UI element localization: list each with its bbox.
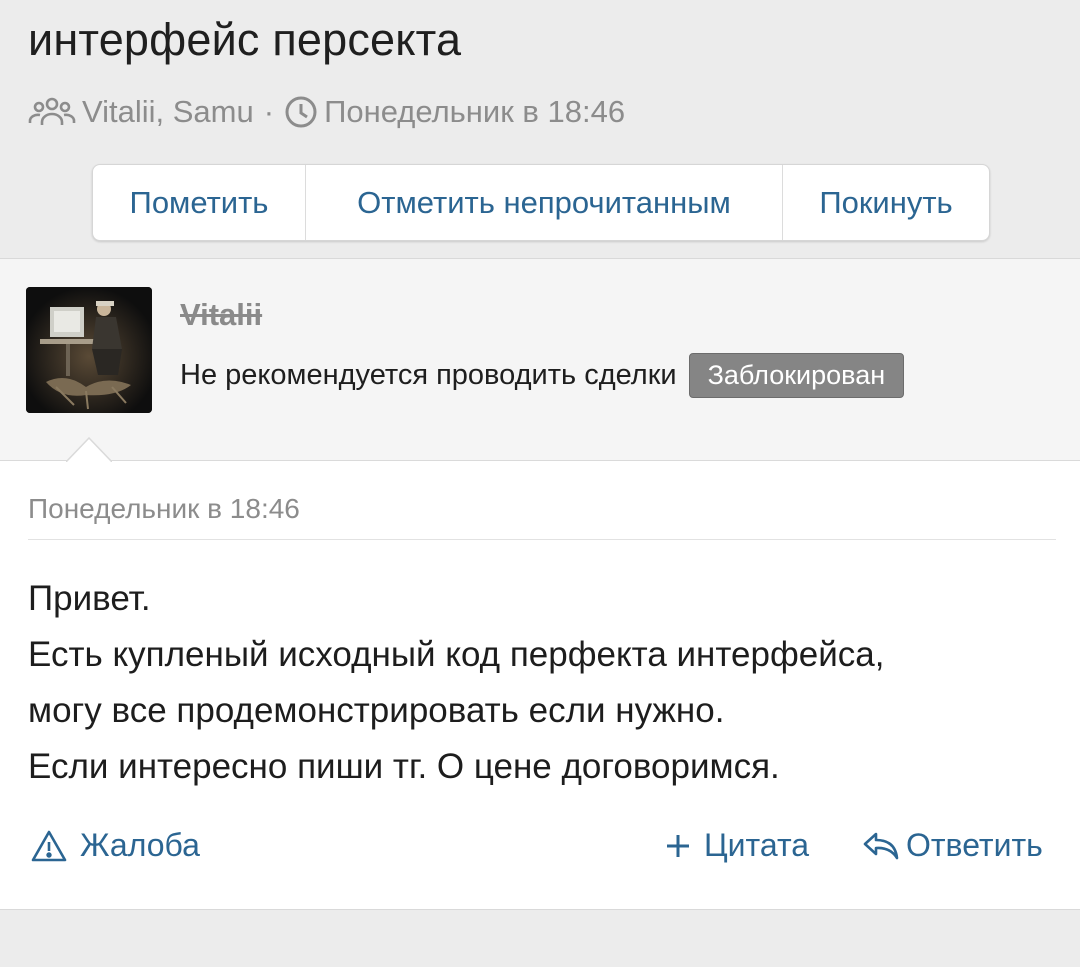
conversation-page: интерфейс персекта Vitalii, Samu · Понед… (0, 0, 1080, 967)
message-author[interactable]: Vitalii (180, 297, 262, 333)
quote-label: Цитата (704, 827, 810, 863)
avatar[interactable] (26, 287, 152, 413)
meta-separator: · (263, 94, 275, 129)
mark-unread-button[interactable]: Отметить непрочитанным (306, 165, 783, 240)
divider (28, 539, 1056, 540)
message: Vitalii Не рекомендуется проводить сделк… (0, 258, 1080, 910)
message-date[interactable]: Понедельник в 18:46 (28, 493, 300, 525)
message-line: Привет. (28, 579, 151, 618)
message-body: Привет. Есть купленый исходный код перфе… (28, 571, 1058, 795)
thread-meta: Vitalii, Samu · Понедельник в 18:46 (28, 92, 625, 132)
report-button[interactable]: Жалоба (30, 827, 200, 864)
mark-button[interactable]: Пометить (93, 165, 306, 240)
quote-button[interactable]: Цитата (664, 827, 809, 864)
reply-icon (862, 830, 900, 862)
plus-icon (664, 832, 692, 860)
user-title-row: Не рекомендуется проводить сделки Заблок… (180, 351, 905, 399)
message-actions: Жалоба Цитата Ответить (0, 819, 1080, 875)
reply-label: Ответить (906, 827, 1043, 863)
user-title: Не рекомендуется проводить сделки (180, 358, 677, 391)
users-icon (28, 95, 76, 129)
message-line: могу все продемонстрировать если нужно. (28, 691, 725, 730)
page-title: интерфейс персекта (28, 14, 462, 65)
report-label: Жалоба (80, 827, 200, 863)
message-user-panel: Vitalii Не рекомендуется проводить сделк… (0, 259, 1080, 462)
message-line: Есть купленый исходный код перфекта инте… (28, 635, 885, 674)
participants-list[interactable]: Vitalii, Samu (82, 94, 254, 130)
leave-button[interactable]: Покинуть (783, 165, 989, 240)
status-badge: Заблокирован (688, 352, 905, 398)
clock-icon (284, 95, 318, 129)
warning-icon (30, 829, 68, 863)
panel-pointer (66, 437, 112, 462)
thread-date[interactable]: Понедельник в 18:46 (324, 94, 625, 130)
message-line: Если интересно пиши тг. О цене договорим… (28, 747, 780, 786)
reply-button[interactable]: Ответить (862, 827, 1043, 864)
thread-action-buttons: Пометить Отметить непрочитанным Покинуть (92, 164, 990, 241)
